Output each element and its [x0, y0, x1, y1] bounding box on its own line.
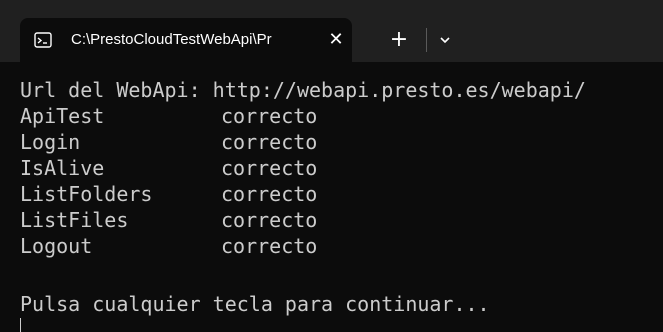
plus-icon[interactable]: + [386, 27, 412, 53]
api-name: ListFolders [20, 182, 153, 206]
continue-prompt: Pulsa cualquier tecla para continuar... [20, 292, 490, 316]
api-name: ListFiles [20, 208, 129, 232]
status-text: correcto [221, 104, 318, 128]
status-text: correcto [221, 208, 318, 232]
terminal-icon [34, 32, 52, 48]
api-name: Logout [20, 234, 93, 258]
url-line: Url del WebApi: http://webapi.presto.es/… [20, 78, 586, 102]
status-text: correcto [221, 234, 318, 258]
status-text: correcto [221, 156, 318, 180]
tab-title[interactable]: C:\PrestoCloudTestWebApi\Pr [71, 29, 311, 51]
console-output: Url del WebApi: http://webapi.presto.es/… [0, 64, 663, 332]
api-name: Login [20, 130, 81, 154]
result-row: Logout correcto [20, 233, 660, 259]
result-row: ApiTest correcto [20, 103, 660, 129]
close-icon[interactable]: ✕ [325, 29, 347, 51]
status-text: correcto [221, 130, 318, 154]
api-name: ApiTest [20, 104, 105, 128]
chevron-down-icon[interactable] [433, 27, 457, 53]
status-text: correcto [221, 182, 318, 206]
result-row: Login correcto [20, 129, 660, 155]
terminal-window: C:\PrestoCloudTestWebApi\Pr ✕ + Url del … [0, 0, 663, 332]
text-cursor [20, 318, 21, 332]
result-row: IsAlive correcto [20, 155, 660, 181]
tab-divider [426, 28, 427, 52]
api-name: IsAlive [20, 156, 105, 180]
result-row: ListFolders correcto [20, 181, 660, 207]
result-row: ListFiles correcto [20, 207, 660, 233]
